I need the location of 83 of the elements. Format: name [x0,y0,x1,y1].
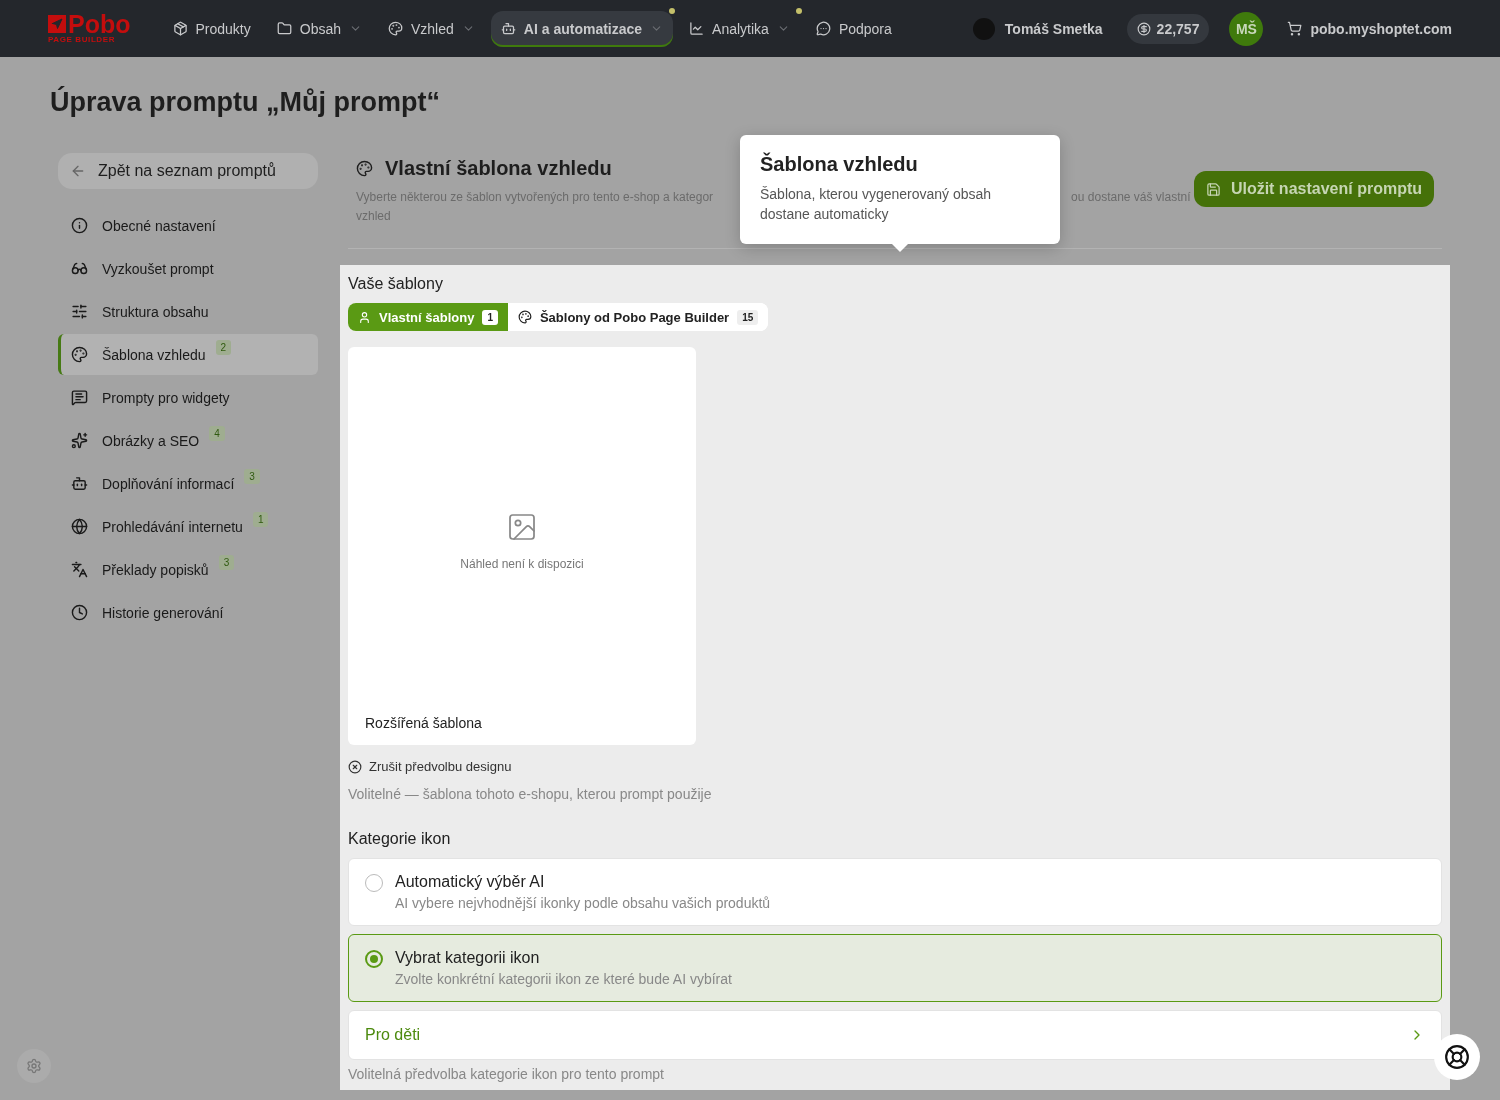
save-button[interactable]: Uložit nastavení promptu [1193,171,1434,207]
sidebar-item[interactable]: Šablona vzhledu 2 [58,334,318,375]
count-badge: 1 [482,309,498,325]
translate-icon [71,561,88,578]
sidebar-item[interactable]: Obecné nastavení [58,205,318,246]
user-name[interactable]: Tomáš Smetka [1004,20,1103,37]
box-icon [172,21,188,36]
nav-item[interactable]: Analytika [679,10,800,47]
credits-badge[interactable]: 22,757 [1126,13,1210,44]
count-badge: 2 [215,340,232,355]
count-badge: 3 [244,469,260,484]
nav-item[interactable]: Produkty [162,10,261,47]
lifebuoy-icon [1444,1044,1470,1070]
robot-icon [71,475,88,492]
image-icon [506,511,538,543]
page-title: Úprava promptu „Můj prompt“ [49,85,441,119]
tab[interactable]: Vlastní šablony 1 [348,303,508,331]
sparkles-icon [71,432,88,449]
radio-option[interactable]: Vybrat kategorii ikon Zvolte konkrétní kategorii ikon ze které bude AI vybírat [348,934,1442,1002]
option-description: Zvolte konkrétní kategorii ikon ze které bude AI vybírat [395,971,732,987]
help-button[interactable] [1434,1034,1480,1080]
radio-button[interactable] [365,950,383,968]
message-icon [71,389,88,406]
sidebar-item[interactable]: Doplňování informací 3 [58,463,318,504]
line-chart-icon [689,21,705,36]
category-select[interactable]: Pro děti [348,1010,1442,1060]
glasses-icon [71,260,88,277]
sliders-icon [71,303,88,320]
hint-text: Volitelné — šablona tohoto e-shopu, kterou prompt použije [348,786,713,802]
nav-item[interactable]: Obsah [266,10,372,47]
nav-item[interactable]: AI a automatizace [490,10,674,47]
arrow-left-icon [70,163,86,179]
option-title: Vybrat kategorii ikon [395,949,541,967]
globe-icon [71,518,88,535]
section-heading: Kategorie ikon [348,830,452,848]
description-text: vzhled [356,208,391,225]
palette-icon [388,21,403,36]
info-icon [71,217,88,234]
coin-icon [1136,21,1151,36]
section-heading: Vaše šablony [348,275,444,293]
tooltip-text: Šablona, kterou vygenerovaný obsah dostane automaticky [760,185,993,224]
count-badge: 4 [209,426,225,441]
count-badge: 1 [252,512,269,527]
sidebar-item[interactable]: Obrázky a SEO 4 [58,420,318,461]
description-text: ou dostane váš vlastní [1071,189,1191,206]
template-name: Rozšířená šablona [364,715,483,733]
sidebar-item[interactable]: Historie generování [58,592,318,633]
palette-icon [517,310,532,324]
sidebar-item[interactable]: Prompty pro widgety [58,377,318,418]
sidebar-item[interactable]: Struktura obsahu [58,291,318,332]
shop-link[interactable]: pobo.myshoptet.com [1310,20,1452,37]
nav-item[interactable]: Podpora [805,10,902,47]
palette-icon [71,346,88,363]
sidebar-item[interactable]: Překlady popisků 3 [58,549,318,590]
option-title: Automatický výběr AI [395,873,546,891]
sidebar-item[interactable]: Prohledávání internetu 1 [58,506,318,547]
settings-button[interactable] [17,1049,51,1083]
preview-text: Náhled není k dispozici [460,557,584,571]
description-text: Vyberte některou ze šablon vytvořených pro tento e-shop a kategor [356,189,714,206]
count-badge: 3 [218,555,235,570]
robot-icon [500,21,516,36]
user-icon [358,310,371,324]
clear-link[interactable]: Zrušit předvolbu designu [348,759,512,774]
close-icon [348,759,362,774]
chat-bubble-icon [815,21,831,36]
clock-icon [71,604,88,621]
cart-icon [1287,21,1303,36]
palette-icon [356,160,373,177]
avatar [972,17,995,40]
radio-option[interactable]: Automatický výběr AI AI vybere nejvhodnější ikonky podle obsahu vašich produktů [348,858,1442,926]
back-button[interactable]: Zpět na seznam promptů [58,153,318,189]
user-initials[interactable]: MŠ [1229,11,1264,46]
option-description: AI vybere nejvhodnější ikonky podle obsahu vašich produktů [395,895,771,911]
nav-item[interactable]: Vzhled [378,10,485,47]
save-icon [1205,181,1221,197]
template-card[interactable]: Náhled není k dispozici Rozšířená šablona [348,347,696,745]
folder-icon [276,21,292,36]
settings-icon [26,1058,42,1074]
sidebar-item[interactable]: Vyzkoušet prompt [58,248,318,289]
tooltip-title: Šablona vzhledu [760,153,919,176]
hint-text: Volitelná předvolba kategorie ikon pro tento prompt [348,1066,665,1082]
section-title: Vlastní šablona vzhledu [385,157,612,180]
count-badge: 15 [737,309,759,325]
